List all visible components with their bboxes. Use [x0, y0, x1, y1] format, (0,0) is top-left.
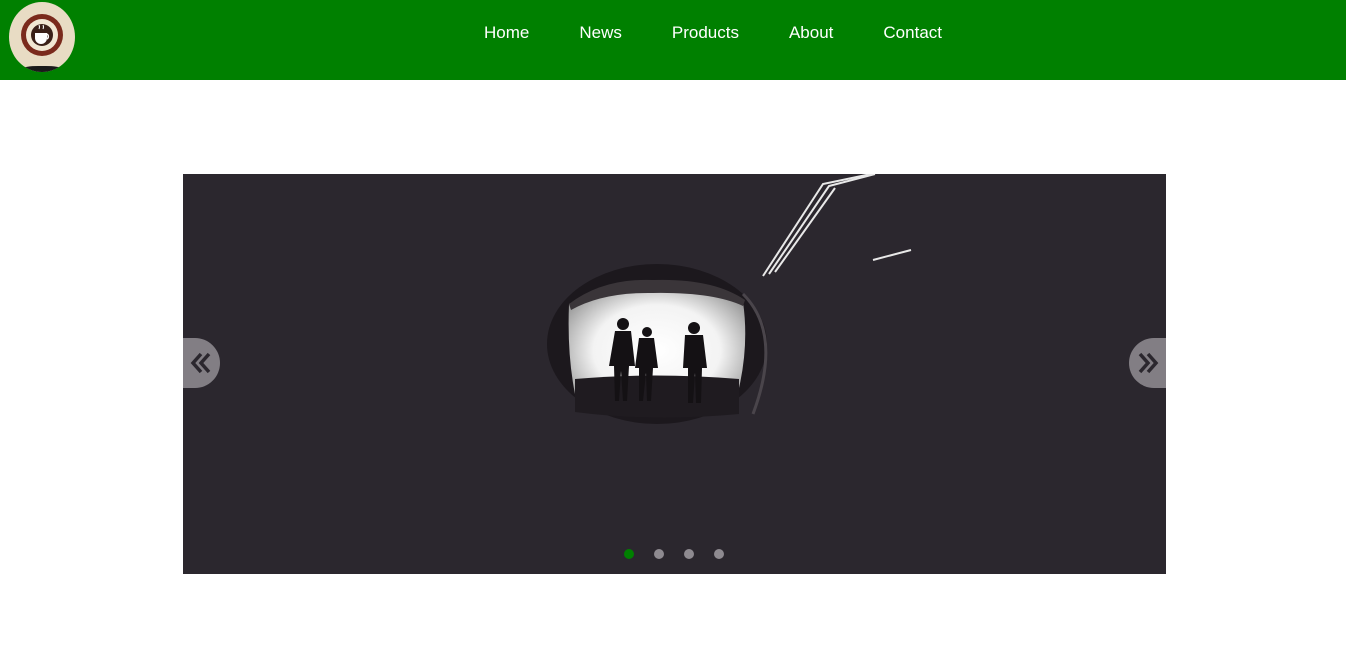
nav-home[interactable]: Home — [459, 23, 554, 43]
nav-contact[interactable]: Contact — [858, 23, 967, 43]
slider-dot-2[interactable] — [654, 549, 664, 559]
logo-base — [23, 66, 61, 72]
image-slider — [183, 174, 1166, 574]
slider-dot-1[interactable] — [624, 549, 634, 559]
slider-dot-3[interactable] — [684, 549, 694, 559]
nav-products[interactable]: Products — [647, 23, 764, 43]
slider-dots — [624, 549, 724, 559]
double-chevron-right-icon — [1138, 352, 1159, 374]
nav-about[interactable]: About — [764, 23, 858, 43]
double-chevron-left-icon — [190, 352, 211, 374]
slider-dot-4[interactable] — [714, 549, 724, 559]
main-nav: Home News Products About Contact — [459, 0, 967, 66]
site-header: Home News Products About Contact — [0, 0, 1346, 80]
coffee-cup-icon — [21, 14, 63, 56]
nav-news[interactable]: News — [554, 23, 647, 43]
slide-image — [183, 174, 1166, 574]
logo[interactable] — [9, 2, 75, 72]
